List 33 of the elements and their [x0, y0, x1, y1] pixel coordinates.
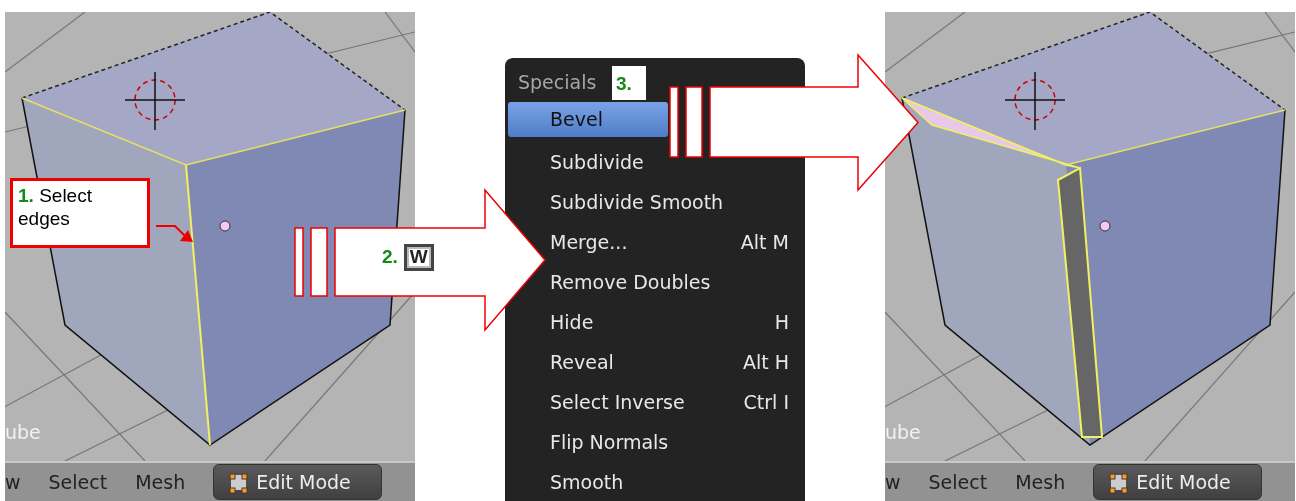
step-number: 2.: [382, 245, 398, 269]
menu-item[interactable]: Select: [928, 467, 988, 497]
menu-item[interactable]: Mesh: [135, 467, 186, 497]
step-label: 3.: [612, 66, 646, 100]
shortcut-label: Ctrl I: [743, 389, 789, 415]
cursor-icon: [124, 71, 186, 131]
menu-item[interactable]: Flip Normals: [548, 422, 685, 462]
menu-item[interactable]: Reveal Alt H: [548, 342, 805, 382]
shortcut-label: Alt H: [742, 349, 789, 375]
menu-item[interactable]: Smooth: [548, 462, 640, 501]
menu-item[interactable]: Hide H: [548, 302, 805, 342]
menu-item[interactable]: w: [885, 467, 901, 497]
mode-dropdown[interactable]: Edit Mode: [213, 463, 382, 501]
mesh-icon: [226, 470, 251, 494]
callout-note: 1. Select edges: [10, 178, 150, 248]
menu-item[interactable]: Merge... Alt M: [548, 222, 805, 262]
menu-title: Specials: [518, 71, 597, 93]
leader-arrow: [155, 225, 193, 242]
menu-item[interactable]: Subdivide: [548, 142, 660, 182]
menu-item[interactable]: Select: [48, 467, 108, 497]
menu-item[interactable]: Subdivide Smooth: [548, 182, 740, 222]
object-label: ube: [5, 419, 41, 445]
menu-item[interactable]: Bevel: [508, 102, 668, 137]
mesh-icon: [1106, 470, 1131, 494]
object-label: ube: [885, 419, 921, 445]
menu-item[interactable]: w: [5, 467, 21, 497]
menu-item[interactable]: Select Inverse Ctrl I: [548, 382, 805, 422]
menu-item[interactable]: Remove Doubles: [548, 262, 727, 302]
shortcut-label: H: [774, 309, 789, 335]
menu-item[interactable]: Mesh: [1015, 467, 1066, 497]
mode-dropdown[interactable]: Edit Mode: [1093, 463, 1262, 501]
shortcut-label: Alt M: [740, 229, 789, 255]
cursor-icon: [1004, 71, 1066, 131]
